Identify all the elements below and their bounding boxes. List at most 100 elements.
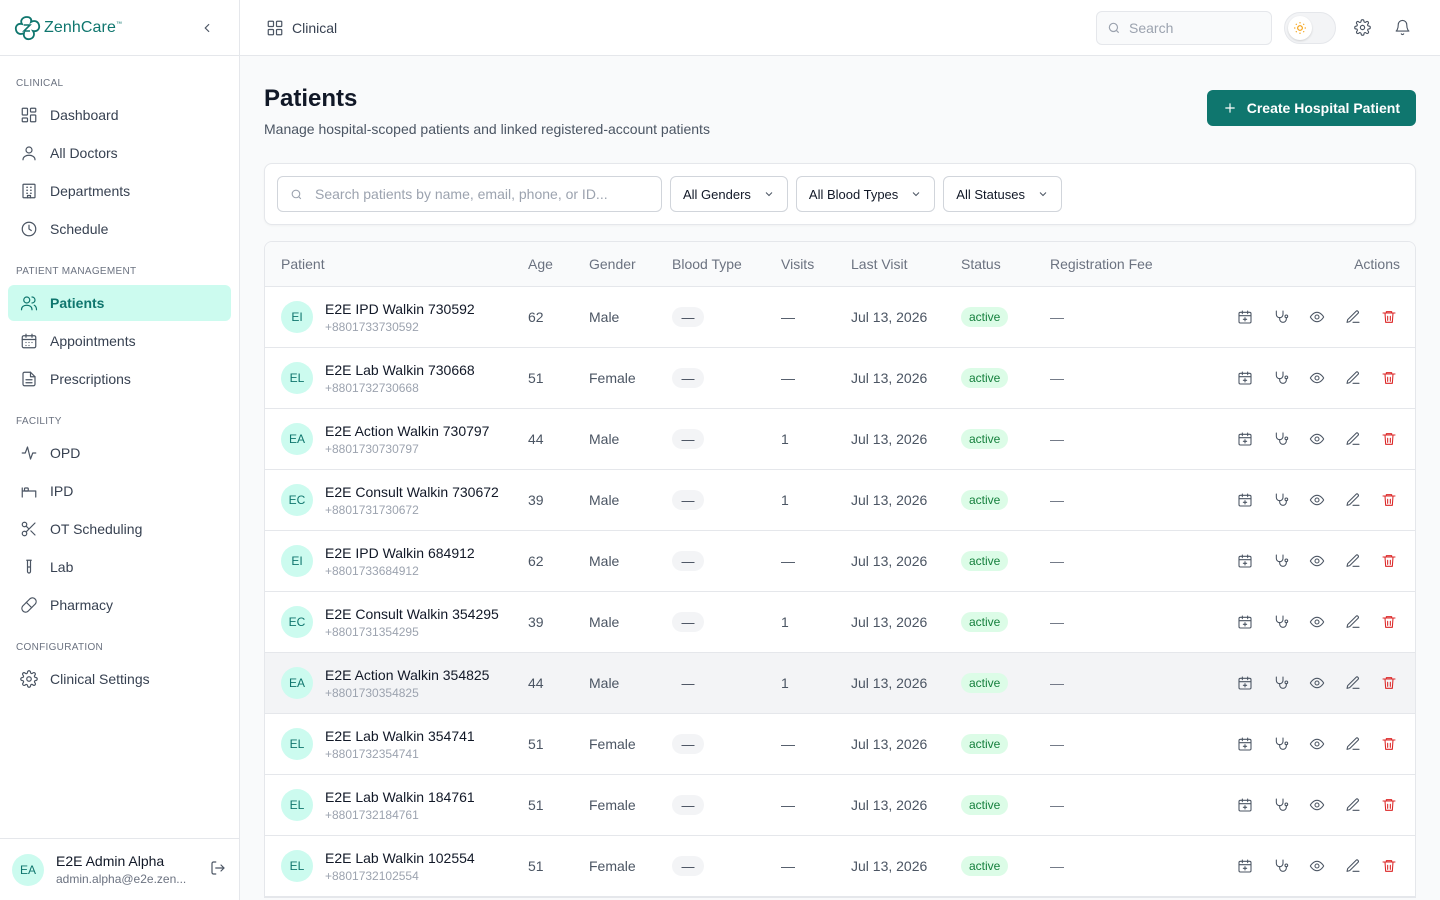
consult-button[interactable] [1271, 490, 1291, 510]
sidebar-item-departments[interactable]: Departments [8, 173, 231, 209]
consult-button[interactable] [1271, 795, 1291, 815]
sidebar-item-ot-scheduling[interactable]: OT Scheduling [8, 511, 231, 547]
table-row[interactable]: EC E2E Consult Walkin 354295 +880173135429… [265, 592, 1415, 653]
brand-logo[interactable]: ZenhCare™ [12, 13, 122, 43]
sidebar-item-ipd[interactable]: IPD [8, 473, 231, 509]
user-profile[interactable]: EA E2E Admin Alpha admin.alpha@e2e.zen..… [0, 838, 239, 900]
view-button[interactable] [1307, 734, 1327, 754]
consult-button[interactable] [1271, 856, 1291, 876]
logout-button[interactable] [209, 859, 227, 880]
schedule-appointment-button[interactable] [1235, 307, 1255, 327]
consult-button[interactable] [1271, 368, 1291, 388]
gender-filter-select[interactable]: All Genders [670, 176, 788, 212]
consult-button[interactable] [1271, 734, 1291, 754]
patient-name[interactable]: E2E Lab Walkin 102554 [325, 850, 475, 866]
patient-name[interactable]: E2E Action Walkin 354825 [325, 667, 489, 683]
delete-button[interactable] [1379, 673, 1399, 693]
edit-button[interactable] [1343, 551, 1363, 571]
edit-button[interactable] [1343, 429, 1363, 449]
schedule-appointment-button[interactable] [1235, 795, 1255, 815]
table-row[interactable]: EL E2E Lab Walkin 184761 +8801732184761 51 F… [265, 775, 1415, 836]
view-button[interactable] [1307, 673, 1327, 693]
global-search-input[interactable]: Search [1096, 10, 1272, 45]
status-filter-select[interactable]: All Statuses [943, 176, 1062, 212]
patient-name[interactable]: E2E Lab Walkin 354741 [325, 728, 475, 744]
column-header-visits[interactable]: Visits [781, 256, 851, 272]
edit-button[interactable] [1343, 490, 1363, 510]
column-header-last-visit[interactable]: Last Visit [851, 256, 961, 272]
schedule-appointment-button[interactable] [1235, 490, 1255, 510]
delete-button[interactable] [1379, 551, 1399, 571]
sidebar-item-patients[interactable]: Patients [8, 285, 231, 321]
delete-button[interactable] [1379, 612, 1399, 632]
view-button[interactable] [1307, 612, 1327, 632]
blood-type-filter-select[interactable]: All Blood Types [795, 176, 936, 212]
patient-name[interactable]: E2E Action Walkin 730797 [325, 423, 489, 439]
create-hospital-patient-button[interactable]: Create Hospital Patient [1206, 90, 1416, 126]
view-button[interactable] [1307, 856, 1327, 876]
table-row[interactable]: EL E2E Lab Walkin 102554 +8801732102554 51 F… [265, 836, 1415, 897]
view-button[interactable] [1307, 490, 1327, 510]
view-button[interactable] [1307, 795, 1327, 815]
table-row[interactable]: EI E2E IPD Walkin 684912 +8801733684912 62 M… [265, 531, 1415, 592]
column-header-age[interactable]: Age [528, 256, 589, 272]
consult-button[interactable] [1271, 612, 1291, 632]
edit-button[interactable] [1343, 612, 1363, 632]
delete-button[interactable] [1379, 490, 1399, 510]
table-row[interactable]: EL E2E Lab Walkin 730668 +8801732730668 51 F… [265, 348, 1415, 409]
consult-button[interactable] [1271, 307, 1291, 327]
edit-button[interactable] [1343, 673, 1363, 693]
sidebar-item-all-doctors[interactable]: All Doctors [8, 135, 231, 171]
settings-button[interactable] [1348, 14, 1376, 42]
sidebar-item-pharmacy[interactable]: Pharmacy [8, 587, 231, 623]
patient-search-input[interactable]: Search patients by name, email, phone, o… [277, 176, 662, 212]
delete-button[interactable] [1379, 307, 1399, 327]
edit-button[interactable] [1343, 307, 1363, 327]
table-row[interactable]: EA E2E Action Walkin 730797 +8801730730797… [265, 409, 1415, 470]
notifications-button[interactable] [1388, 14, 1416, 42]
view-button[interactable] [1307, 429, 1327, 449]
sidebar-item-clinical-settings[interactable]: Clinical Settings [8, 661, 231, 697]
edit-button[interactable] [1343, 856, 1363, 876]
schedule-appointment-button[interactable] [1235, 551, 1255, 571]
patient-name[interactable]: E2E Consult Walkin 354295 [325, 606, 499, 622]
theme-toggle[interactable] [1284, 11, 1336, 44]
column-header-status[interactable]: Status [961, 256, 1050, 272]
delete-button[interactable] [1379, 856, 1399, 876]
delete-button[interactable] [1379, 429, 1399, 449]
sidebar-item-opd[interactable]: OPD [8, 435, 231, 471]
consult-button[interactable] [1271, 673, 1291, 693]
sidebar-item-appointments[interactable]: Appointments [8, 323, 231, 359]
column-header-patient[interactable]: Patient [265, 256, 528, 272]
edit-button[interactable] [1343, 795, 1363, 815]
patient-name[interactable]: E2E IPD Walkin 730592 [325, 301, 475, 317]
delete-button[interactable] [1379, 368, 1399, 388]
schedule-appointment-button[interactable] [1235, 673, 1255, 693]
sidebar-item-dashboard[interactable]: Dashboard [8, 97, 231, 133]
table-row[interactable]: EI E2E IPD Walkin 730592 +8801733730592 62 M… [265, 287, 1415, 348]
sidebar-item-lab[interactable]: Lab [8, 549, 231, 585]
collapse-sidebar-button[interactable] [195, 16, 219, 40]
column-header-registration-fee[interactable]: Registration Fee [1050, 256, 1210, 272]
view-button[interactable] [1307, 368, 1327, 388]
column-header-blood-type[interactable]: Blood Type [672, 256, 781, 272]
sidebar-item-schedule[interactable]: Schedule [8, 211, 231, 247]
delete-button[interactable] [1379, 795, 1399, 815]
patient-name[interactable]: E2E IPD Walkin 684912 [325, 545, 475, 561]
view-button[interactable] [1307, 551, 1327, 571]
patient-name[interactable]: E2E Lab Walkin 730668 [325, 362, 475, 378]
schedule-appointment-button[interactable] [1235, 734, 1255, 754]
schedule-appointment-button[interactable] [1235, 368, 1255, 388]
sidebar-item-prescriptions[interactable]: Prescriptions [8, 361, 231, 397]
table-row[interactable]: EL E2E Lab Walkin 354741 +8801732354741 51 F… [265, 714, 1415, 775]
consult-button[interactable] [1271, 551, 1291, 571]
patient-name[interactable]: E2E Lab Walkin 184761 [325, 789, 475, 805]
table-row[interactable]: EA E2E Action Walkin 354825 +8801730354825… [265, 653, 1415, 714]
consult-button[interactable] [1271, 429, 1291, 449]
edit-button[interactable] [1343, 734, 1363, 754]
patient-name[interactable]: E2E Consult Walkin 730672 [325, 484, 499, 500]
schedule-appointment-button[interactable] [1235, 429, 1255, 449]
table-row[interactable]: EC E2E Consult Walkin 730672 +880173173067… [265, 470, 1415, 531]
view-button[interactable] [1307, 307, 1327, 327]
delete-button[interactable] [1379, 734, 1399, 754]
